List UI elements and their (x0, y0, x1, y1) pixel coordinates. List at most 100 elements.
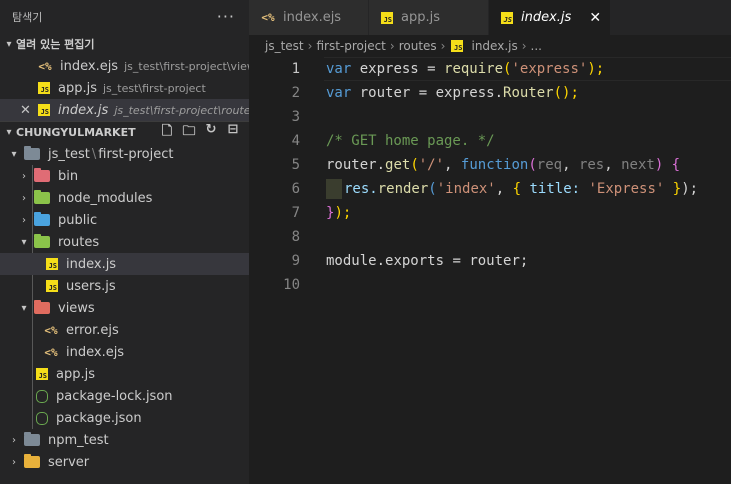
tab-index-js[interactable]: JS index.js ✕ (489, 0, 611, 35)
open-editor-name: index.js (58, 102, 109, 118)
breadcrumb-item[interactable]: js_test (265, 39, 304, 53)
chevron-right-icon: › (521, 39, 527, 53)
tab-label: index.js (521, 10, 572, 25)
line-number: 2 (291, 85, 300, 101)
code-line[interactable]: 1 var express = require('express'); (249, 57, 731, 81)
folder-icon (34, 300, 50, 314)
code-line[interactable]: 7 }); (249, 201, 731, 225)
code-line[interactable]: 9 module.exports = router; (249, 249, 731, 273)
breadcrumb: js_test › first-project › routes › JS in… (249, 35, 731, 57)
line-number: 10 (283, 277, 300, 293)
ejs-file-icon: <% (44, 323, 58, 337)
tab-label: app.js (401, 10, 440, 25)
collapse-all-icon[interactable]: ⊟ (225, 122, 241, 144)
folder-icon (24, 146, 40, 160)
open-editor-item-active[interactable]: ✕ JS index.js js_test\first-project\rout… (0, 99, 249, 121)
line-number: 5 (291, 157, 300, 173)
breadcrumb-item[interactable]: first-project (316, 39, 385, 53)
close-icon[interactable]: ✕ (589, 10, 601, 26)
code-line[interactable]: 5 router.get('/', function(req, res, nex… (249, 153, 731, 177)
chevron-right-icon: › (22, 170, 26, 182)
js-file-icon: JS (381, 11, 393, 24)
indent-highlight (326, 179, 342, 199)
code-editor[interactable]: 1 var express = require('express'); 2 va… (249, 57, 731, 484)
tree-label: first-project (98, 146, 174, 162)
file-tree: ▾ js_test \ first-project › bin › node_m… (0, 143, 249, 473)
tree-label: index.js (66, 256, 117, 272)
chevron-down-icon: ▾ (11, 148, 17, 160)
tree-label: package.json (56, 410, 142, 426)
tree-file-index-ejs[interactable]: <% index.ejs (0, 341, 249, 363)
breadcrumb-item[interactable]: index.js (471, 39, 517, 53)
chevron-right-icon: › (22, 192, 26, 204)
tree-file-package-json[interactable]: package.json (0, 407, 249, 429)
code-content: var router = express.Router(); (326, 85, 579, 101)
tree-file-package-lock-json[interactable]: package-lock.json (0, 385, 249, 407)
open-editors-header[interactable]: ▾ 열려 있는 편집기 (0, 33, 249, 55)
tree-folder-npm-test[interactable]: › npm_test (0, 429, 249, 451)
json-file-icon (36, 411, 48, 425)
js-file-icon: JS (46, 280, 58, 292)
tree-file-app-js[interactable]: JS app.js (0, 363, 249, 385)
tree-file-index-js[interactable]: JS index.js (0, 253, 249, 275)
new-file-icon[interactable]: 🗋 (159, 122, 175, 144)
folder-icon (24, 432, 40, 446)
code-content: res.render('index', { title: 'Express' }… (326, 179, 698, 199)
tree-label: users.js (66, 278, 116, 294)
path-separator: \ (91, 146, 97, 162)
tree-folder-public[interactable]: › public (0, 209, 249, 231)
tree-folder-js-test[interactable]: ▾ js_test \ first-project (0, 143, 249, 165)
js-file-icon: JS (46, 258, 58, 270)
chevron-right-icon: › (307, 39, 313, 53)
tree-folder-bin[interactable]: › bin (0, 165, 249, 187)
tree-label: npm_test (48, 432, 109, 448)
breadcrumb-item[interactable]: routes (399, 39, 437, 53)
tree-folder-node-modules[interactable]: › node_modules (0, 187, 249, 209)
code-line[interactable]: 10 (249, 273, 731, 297)
open-editor-item[interactable]: JS app.js js_test\first-project (0, 77, 249, 99)
new-folder-icon[interactable]: 🗀 (181, 122, 197, 144)
folder-icon (34, 168, 50, 182)
explorer-title-bar: 탐색기 ··· (0, 0, 249, 33)
breadcrumb-item[interactable]: ... (531, 39, 542, 53)
code-line[interactable]: 8 (249, 225, 731, 249)
open-editors-label: 열려 있는 편집기 (16, 38, 95, 51)
tree-folder-views[interactable]: ▾ views (0, 297, 249, 319)
code-line[interactable]: 4 /* GET home page. */ (249, 129, 731, 153)
folder-icon (34, 234, 50, 248)
open-editor-name: index.ejs (60, 58, 119, 74)
line-number: 6 (291, 181, 300, 197)
tree-file-error-ejs[interactable]: <% error.ejs (0, 319, 249, 341)
code-line[interactable]: 6 res.render('index', { title: 'Express'… (249, 177, 731, 201)
chevron-right-icon: › (389, 39, 395, 53)
tree-folder-server[interactable]: › server (0, 451, 249, 473)
explorer-sidebar: 탐색기 ··· ▾ 열려 있는 편집기 <% index.ejs js_test… (0, 0, 249, 484)
chevron-down-icon: ▾ (21, 236, 27, 248)
code-content: var express = require('express'); (326, 61, 605, 77)
chevron-right-icon: › (440, 39, 446, 53)
tab-app-js[interactable]: JS app.js (369, 0, 489, 35)
folder-icon (34, 190, 50, 204)
open-editor-path: js_test\first-project (103, 81, 206, 95)
tree-file-users-js[interactable]: JS users.js (0, 275, 249, 297)
close-icon[interactable]: ✕ (20, 103, 31, 118)
refresh-icon[interactable]: ↻ (203, 122, 219, 144)
js-file-icon: JS (38, 82, 50, 94)
tree-label: routes (58, 234, 100, 250)
workspace-header[interactable]: ▾ CHUNGYULMARKET 🗋 🗀 ↻ ⊟ (0, 121, 249, 143)
open-editor-item[interactable]: <% index.ejs js_test\first-project\views (0, 55, 249, 77)
code-line[interactable]: 2 var router = express.Router(); (249, 81, 731, 105)
ejs-file-icon: <% (44, 345, 58, 359)
tab-index-ejs[interactable]: <% index.ejs (249, 0, 369, 35)
chevron-right-icon: › (12, 456, 16, 468)
code-content: router.get('/', function(req, res, next)… (326, 157, 681, 173)
code-content: module.exports = router; (326, 253, 529, 269)
tree-label: views (58, 300, 95, 316)
tree-folder-routes[interactable]: ▾ routes (0, 231, 249, 253)
tree-label: js_test (48, 146, 90, 162)
line-number: 8 (291, 229, 300, 245)
code-line[interactable]: 3 (249, 105, 731, 129)
ejs-file-icon: <% (38, 59, 52, 73)
more-actions-icon[interactable]: ··· (217, 7, 235, 26)
line-number: 9 (291, 253, 300, 269)
